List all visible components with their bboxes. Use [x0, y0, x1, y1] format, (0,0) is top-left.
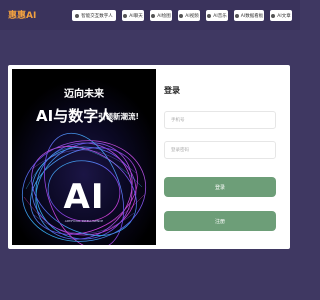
top-navbar: 惠惠AI 智能交互数字人 AI聊天 AI绘图 AI视频 AI音乐 AI数据看板 … [0, 0, 300, 30]
nav-item-label: AI文章 [277, 13, 291, 19]
login-button[interactable]: 登录 [164, 177, 276, 197]
nav-item-label: AI聊天 [129, 13, 143, 19]
nav-item-label: 智能交互数字人 [81, 13, 113, 19]
phone-placeholder: 手机号 [171, 118, 185, 123]
nav-item-ai-dashboard[interactable]: AI数据看板 [234, 10, 264, 21]
password-input[interactable]: 登录密码 [164, 141, 276, 159]
person-icon [75, 13, 80, 18]
dashboard-icon [234, 13, 239, 18]
music-note-icon [207, 13, 212, 18]
login-card: 迈向未来 AI与数字人 引领新潮流! AI ARTIFICIAL INTELLI… [8, 65, 290, 249]
chat-icon [123, 13, 128, 18]
poster-headline: 迈向未来 [64, 89, 104, 100]
register-button[interactable]: 注册 [164, 211, 276, 231]
register-button-label: 注册 [214, 218, 225, 225]
nav-item-label: AI数据看板 [240, 13, 264, 19]
poster-tagline: 引领新潮流! [98, 112, 139, 121]
document-icon [271, 13, 276, 18]
nav-item-ai-article[interactable]: AI文章 [270, 10, 292, 21]
nav-item-ai-video[interactable]: AI视频 [178, 10, 200, 21]
video-icon [179, 13, 184, 18]
nav-item-label: AI音乐 [213, 13, 227, 19]
poster-ai-logo: AI [63, 177, 105, 217]
nav-item-ai-draw[interactable]: AI绘图 [150, 10, 172, 21]
poster-ai-subtitle: ARTIFICIAL INTELLIGENCE [64, 219, 104, 223]
password-placeholder: 登录密码 [171, 148, 189, 153]
phone-input[interactable]: 手机号 [164, 111, 276, 129]
promo-poster: 迈向未来 AI与数字人 引领新潮流! AI ARTIFICIAL INTELLI… [12, 69, 156, 245]
nav-item-label: AI绘图 [157, 13, 171, 19]
form-title: 登录 [164, 86, 180, 95]
nav-item-ai-chat[interactable]: AI聊天 [122, 10, 144, 21]
brand-logo[interactable]: 惠惠AI [8, 8, 36, 21]
nav-item-ai-music[interactable]: AI音乐 [206, 10, 228, 21]
nav-item-digital-human[interactable]: 智能交互数字人 [72, 10, 116, 21]
login-button-label: 登录 [214, 184, 225, 191]
login-form: 登录 手机号 登录密码 登录 注册 [164, 85, 284, 231]
palette-icon [151, 13, 156, 18]
nav-item-label: AI视频 [185, 13, 199, 19]
